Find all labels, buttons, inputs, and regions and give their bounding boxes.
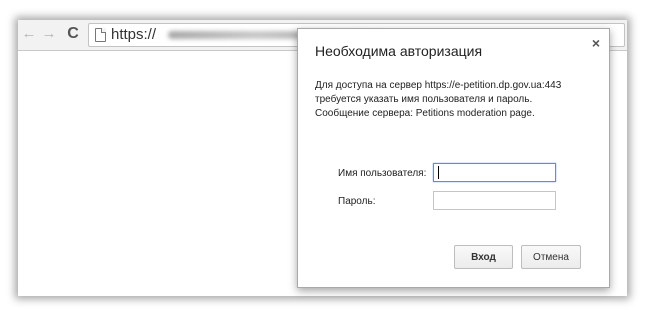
auth-dialog: Необходима авторизация × Для доступа на … (297, 28, 610, 288)
cancel-button[interactable]: Отмена (521, 245, 581, 269)
back-arrow-icon[interactable]: ← (20, 24, 38, 44)
auth-message: Для доступа на сервер https://e-petition… (315, 79, 600, 121)
page-icon (95, 28, 106, 42)
text-cursor (438, 166, 439, 179)
password-label: Пароль: (338, 196, 376, 207)
message-line: Сообщение сервера: Petitions moderation … (315, 108, 535, 119)
message-line: требуется указать имя пользователя и пар… (315, 94, 533, 105)
username-input[interactable] (433, 163, 556, 182)
password-input[interactable] (433, 191, 556, 210)
close-icon[interactable]: × (592, 35, 600, 51)
url-text: https:// (111, 26, 157, 43)
login-button[interactable]: Вход (454, 245, 513, 269)
dialog-title: Необходима авторизация (315, 43, 483, 59)
forward-arrow-icon[interactable]: → (40, 24, 58, 44)
reload-icon[interactable]: C (64, 24, 82, 44)
screenshot-canvas: ← → C https:// Необходима авторизация × … (0, 0, 647, 315)
username-label: Имя пользователя: (338, 168, 427, 179)
message-line: Для доступа на сервер https://e-petition… (315, 80, 562, 91)
